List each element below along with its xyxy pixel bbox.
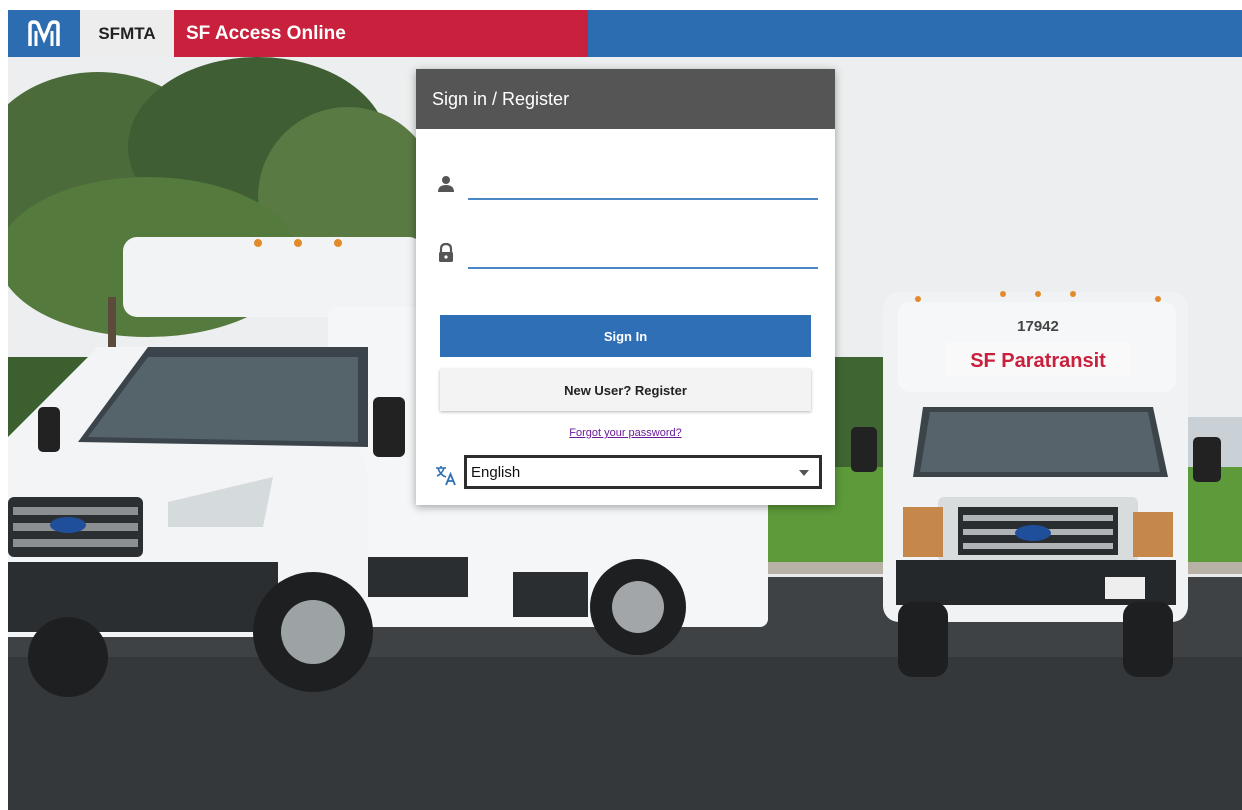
translate-icon <box>436 466 456 486</box>
username-row <box>436 170 819 200</box>
password-input[interactable] <box>468 239 818 269</box>
username-input[interactable] <box>468 170 818 200</box>
sfmta-logo-icon <box>28 19 60 46</box>
language-row: English <box>434 455 824 493</box>
lock-icon <box>439 243 453 262</box>
rear-van-sign: SF Paratransit <box>970 350 1106 372</box>
top-header-bar: SFMTA SF Access Online <box>8 10 1242 57</box>
login-card-title: Sign in / Register <box>416 69 835 129</box>
password-row <box>436 239 819 269</box>
brand-name: SFMTA <box>80 10 174 57</box>
sign-in-button[interactable]: Sign In <box>440 315 811 357</box>
forgot-password-link[interactable]: Forgot your password? <box>416 427 835 439</box>
sfmta-logo[interactable] <box>8 10 80 57</box>
language-selected: English <box>471 463 521 481</box>
login-card: Sign in / Register Sign In New User? Reg… <box>416 69 835 505</box>
rear-van-number: 17942 <box>1017 318 1059 335</box>
person-icon <box>438 176 454 192</box>
register-button[interactable]: New User? Register <box>440 369 811 411</box>
app-title: SF Access Online <box>174 10 588 57</box>
language-select[interactable]: English <box>464 455 822 489</box>
chevron-down-icon <box>799 470 809 476</box>
